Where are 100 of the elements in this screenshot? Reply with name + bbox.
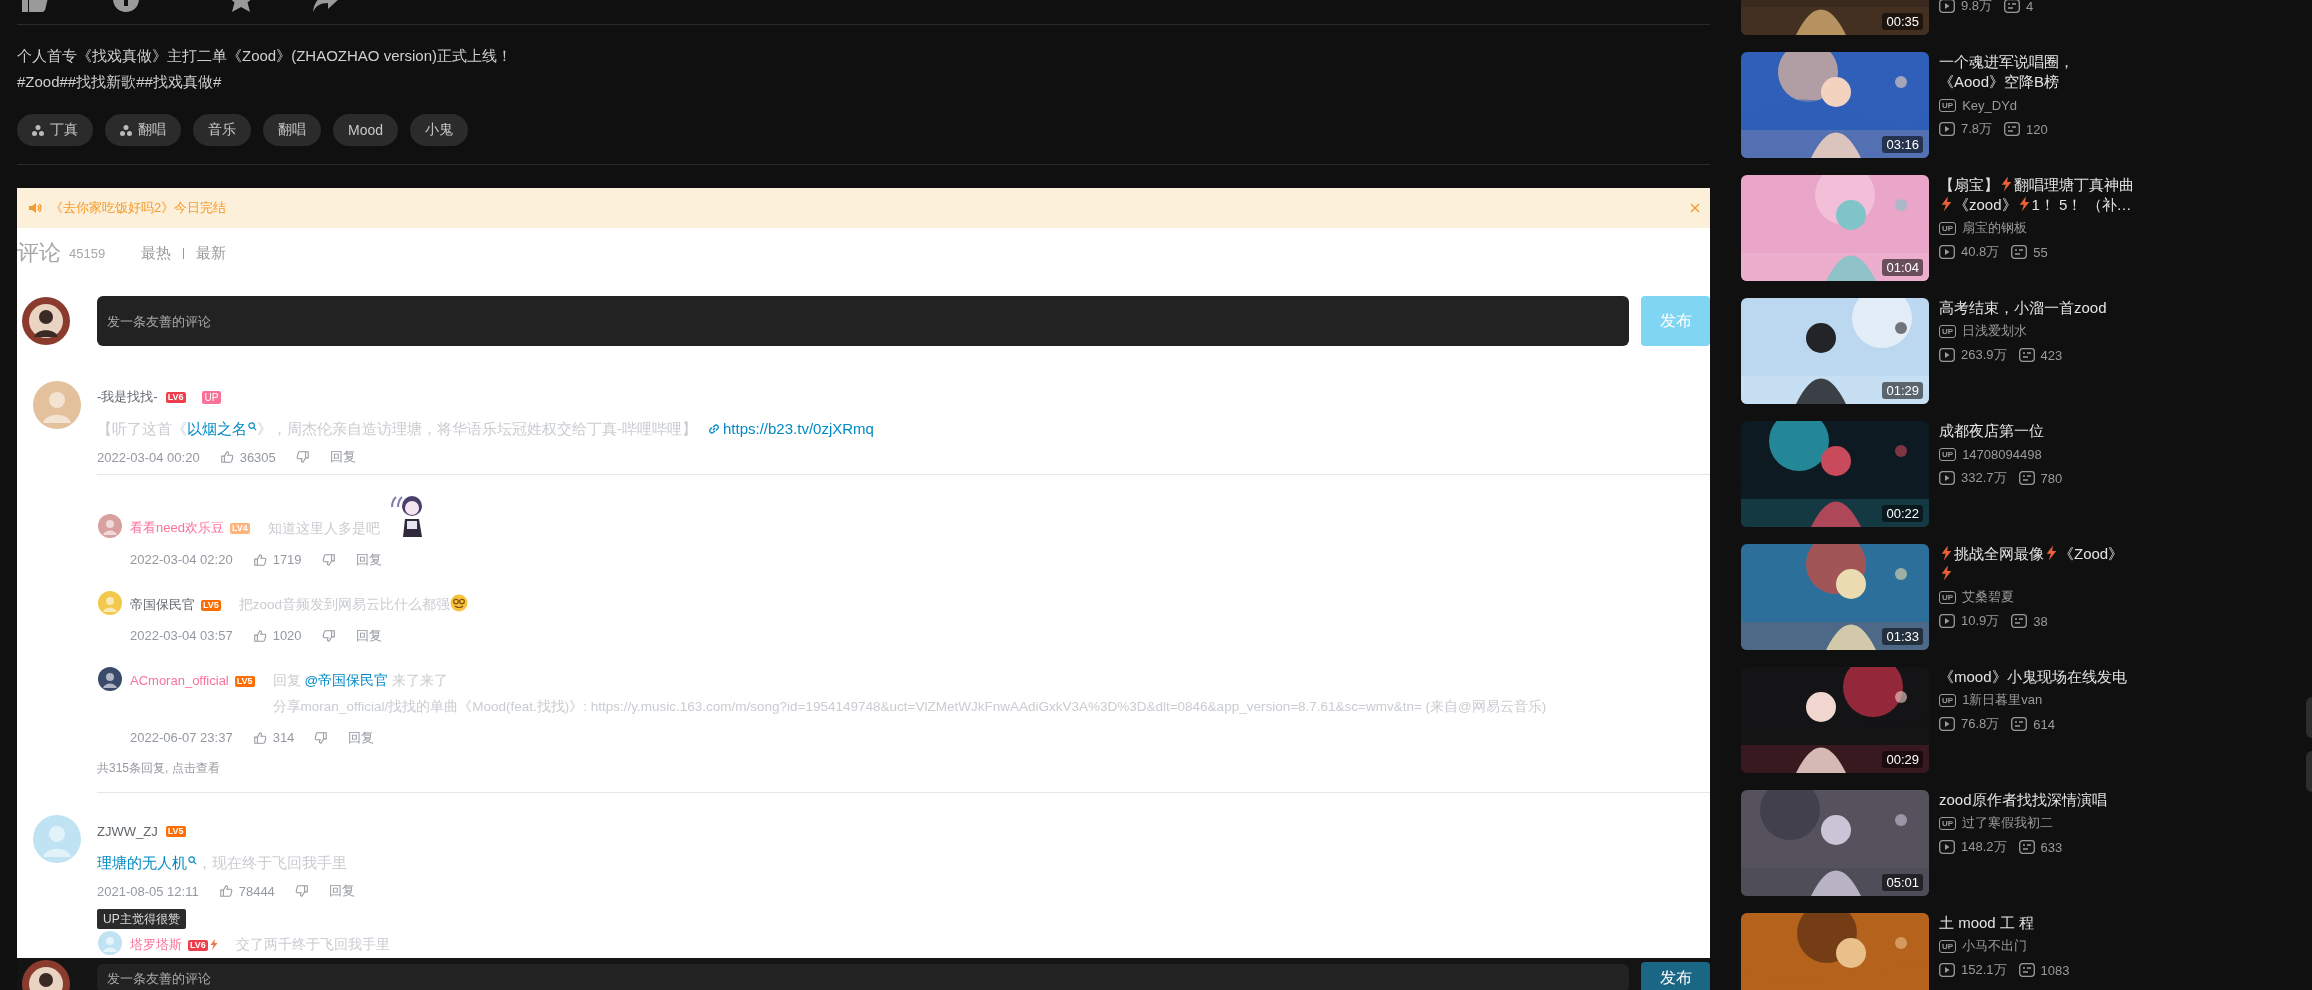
keyword-link[interactable]: 以烟之名 bbox=[187, 420, 257, 437]
play-icon bbox=[1939, 840, 1955, 854]
username[interactable]: -我是找找- bbox=[97, 388, 158, 406]
avatar[interactable] bbox=[22, 297, 70, 345]
danmaku-count: 780 bbox=[2040, 470, 2063, 486]
play-count: 76.8万 bbox=[1961, 715, 2000, 733]
comment-time: 2022-03-04 00:20 bbox=[97, 449, 200, 465]
comment-time: 2022-06-07 23:37 bbox=[130, 729, 233, 747]
video-duration: 00:35 bbox=[1882, 13, 1923, 30]
dislike-icon[interactable] bbox=[295, 450, 310, 464]
uploader-name[interactable]: 1新日暮里van bbox=[1962, 691, 2043, 709]
lightning-icon bbox=[2018, 196, 2030, 212]
tag[interactable]: 翻唱 bbox=[105, 114, 181, 146]
comment-time: 2021-08-05 12:11 bbox=[97, 883, 199, 899]
video-title[interactable]: 土 mood 工 程 bbox=[1939, 913, 2139, 933]
danmaku-count: 614 bbox=[2033, 716, 2055, 732]
play-count: 263.9万 bbox=[1961, 346, 2007, 364]
uploader-name[interactable]: 日浅爱划水 bbox=[1962, 322, 2028, 340]
video-duration: 05:01 bbox=[1882, 874, 1923, 891]
search-icon bbox=[188, 856, 197, 865]
play-icon bbox=[1939, 471, 1955, 485]
mention-link[interactable]: @帝国保民官 bbox=[304, 673, 389, 688]
username[interactable]: 帝国保民官 bbox=[130, 592, 195, 618]
up-mark: UP bbox=[1939, 98, 1957, 112]
play-icon bbox=[1939, 0, 1955, 13]
dislike-icon[interactable] bbox=[321, 629, 336, 643]
play-icon bbox=[1939, 614, 1955, 628]
uploader-name[interactable]: 扇宝的钢板 bbox=[1962, 219, 2028, 237]
uploader-name[interactable]: 14708094498 bbox=[1962, 446, 2042, 462]
avatar[interactable] bbox=[98, 667, 122, 691]
danmaku-count: 120 bbox=[2026, 121, 2048, 137]
video-title[interactable]: 翻唱理塘丁真神曲 bbox=[2014, 176, 2134, 193]
video-title[interactable]: 一个魂进军说唱圈，《Aood》空降B榜 bbox=[1939, 52, 2139, 92]
level-badge: LV6 bbox=[188, 940, 208, 951]
comment-input[interactable]: 发一条友善的评论 bbox=[97, 964, 1629, 990]
play-count: 10.9万 bbox=[1961, 612, 2000, 630]
play-icon bbox=[1939, 245, 1955, 259]
video-title[interactable]: 挑战全网最像 bbox=[1954, 545, 2044, 562]
tag[interactable]: 翻唱 bbox=[263, 114, 321, 146]
video-title[interactable]: 成都夜店第一位 bbox=[1939, 421, 2139, 441]
video-title[interactable]: 《Zood》 bbox=[2059, 545, 2124, 562]
video-duration: 00:22 bbox=[1882, 505, 1923, 522]
uploader-name[interactable]: 艾桑碧夏 bbox=[1962, 588, 2015, 606]
lightning-icon bbox=[2046, 545, 2057, 561]
up-liked-badge: UP主觉得很赞 bbox=[97, 909, 186, 929]
video-title[interactable]: 《mood》小鬼现场在线发电 bbox=[1939, 667, 2139, 687]
danmaku-icon bbox=[2011, 717, 2028, 731]
comment-count: 45159 bbox=[69, 245, 106, 261]
tag[interactable]: 丁真 bbox=[17, 114, 93, 146]
up-mark: UP bbox=[1939, 590, 1957, 604]
level-badge: LV5 bbox=[234, 676, 255, 687]
tag[interactable]: 小鬼 bbox=[410, 114, 469, 146]
uploader-name[interactable]: 过了寒假我初二 bbox=[1962, 814, 2054, 832]
video-title[interactable]: 高考结束，小溜一首zood bbox=[1939, 298, 2139, 318]
play-count: 332.7万 bbox=[1961, 469, 2007, 487]
video-title[interactable]: 1！ 5！ （补… bbox=[2031, 196, 2132, 213]
danmaku-count: 38 bbox=[2033, 613, 2048, 629]
video-title[interactable]: 《zood》 bbox=[1954, 196, 2017, 213]
comment-input[interactable]: 发一条友善的评论 bbox=[97, 296, 1629, 346]
up-badge: UP bbox=[201, 390, 222, 404]
comment-time: 2022-03-04 03:57 bbox=[130, 627, 233, 645]
up-mark: UP bbox=[1939, 693, 1957, 707]
tag[interactable]: Mood bbox=[333, 114, 399, 146]
video-title[interactable]: zood原作者找找深情演唱 bbox=[1939, 790, 2139, 810]
video-duration: 00:29 bbox=[1882, 751, 1923, 768]
level-badge: LV5 bbox=[165, 825, 186, 837]
danmaku-count: 4 bbox=[2026, 0, 2034, 14]
keyword-link[interactable]: 理塘的无人机 bbox=[97, 854, 197, 871]
tag[interactable]: 音乐 bbox=[193, 114, 251, 146]
url-link[interactable]: https://b23.tv/0zjXRmq bbox=[707, 420, 874, 437]
lightning-icon bbox=[2001, 176, 2012, 192]
play-icon bbox=[1939, 717, 1955, 731]
danmaku-count: 55 bbox=[2033, 244, 2048, 260]
level-badge: LV6 bbox=[165, 391, 186, 403]
dislike-icon[interactable] bbox=[321, 553, 336, 567]
like-icon bbox=[252, 553, 267, 567]
send-button[interactable]: 发布 bbox=[1641, 962, 1710, 990]
username[interactable]: ZJWW_ZJ bbox=[97, 823, 158, 839]
dislike-icon[interactable] bbox=[314, 731, 329, 745]
play-icon bbox=[1939, 963, 1955, 977]
danmaku-icon bbox=[2011, 614, 2028, 628]
danmaku-count: 633 bbox=[2040, 839, 2063, 855]
comments-title: 评论 bbox=[17, 239, 61, 267]
video-title[interactable]: 【扇宝】 bbox=[1939, 176, 1999, 193]
dislike-icon[interactable] bbox=[294, 884, 309, 898]
uploader-name[interactable]: Key_DYd bbox=[1962, 97, 2018, 113]
lightning-icon bbox=[1941, 545, 1952, 561]
topic-icon bbox=[32, 124, 44, 136]
lightning-icon bbox=[1941, 196, 1952, 212]
description-text: #Zood##找找新歌##找戏真做# bbox=[17, 72, 222, 92]
like-icon bbox=[252, 629, 267, 643]
comment-time: 2022-03-04 02:20 bbox=[130, 551, 233, 569]
uploader-name[interactable]: 小马不出门 bbox=[1962, 937, 2028, 955]
danmaku-icon bbox=[2018, 471, 2035, 485]
danmaku-icon bbox=[2004, 0, 2021, 13]
play-count: 9.8万 bbox=[1961, 0, 1993, 15]
speaker-icon bbox=[28, 201, 42, 215]
danmaku-icon bbox=[2018, 963, 2035, 977]
up-mark: UP bbox=[1939, 816, 1957, 830]
description-text: 个人首专《找戏真做》主打二单《Zood》(ZHAOZHAO version)正式上线！ bbox=[17, 46, 513, 66]
